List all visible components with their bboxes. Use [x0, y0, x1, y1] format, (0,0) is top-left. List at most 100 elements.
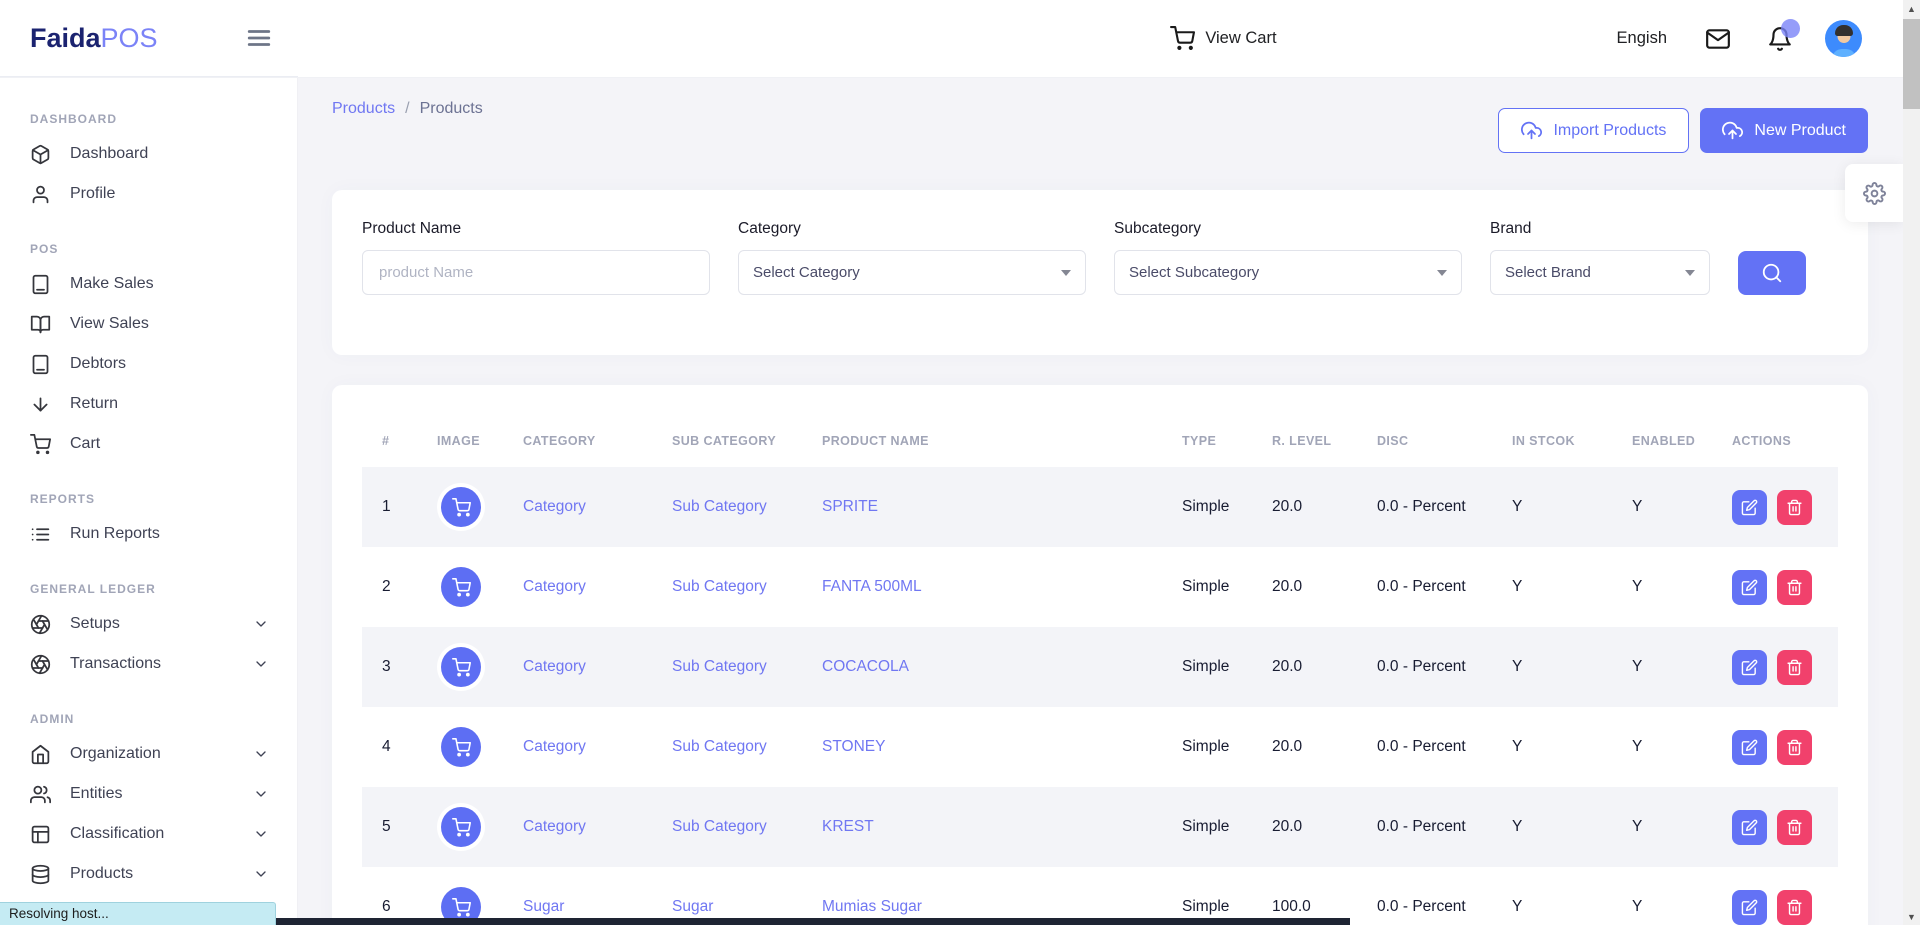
- sidebar-item-cart[interactable]: Cart: [0, 424, 297, 464]
- sidebar-section-title: GENERAL LEDGER: [0, 582, 297, 596]
- sidebar-item-label: Classification: [70, 825, 164, 843]
- product-name-link[interactable]: SPRITE: [822, 498, 1182, 516]
- product-image-avatar[interactable]: [441, 567, 481, 607]
- category-select[interactable]: Select Category: [738, 250, 1086, 295]
- scrollbar-up-arrow[interactable]: ▲: [1903, 0, 1920, 17]
- product-name-link[interactable]: COCACOLA: [822, 658, 1182, 676]
- subcategory-link[interactable]: Sub Category: [672, 498, 822, 516]
- table-row: 4 Category Sub Category STONEY Simple 20…: [362, 707, 1838, 787]
- category-link[interactable]: Category: [523, 498, 672, 516]
- in-stock-cell: Y: [1512, 898, 1632, 916]
- sidebar-item-transactions[interactable]: Transactions: [0, 644, 297, 684]
- edit-button[interactable]: [1732, 650, 1767, 685]
- sidebar-item-label: Dashboard: [70, 145, 148, 163]
- hamburger-menu-icon[interactable]: [246, 25, 272, 51]
- sidebar-item-return[interactable]: Return: [0, 384, 297, 424]
- brand-select[interactable]: Select Brand: [1490, 250, 1710, 295]
- sidebar-item-debtors[interactable]: Debtors: [0, 344, 297, 384]
- in-stock-cell: Y: [1512, 498, 1632, 516]
- trash-icon: [1786, 739, 1803, 756]
- header-brand-area: FaidaPOS: [0, 0, 298, 77]
- product-name-link[interactable]: STONEY: [822, 738, 1182, 756]
- sidebar-item-entities[interactable]: Entities: [0, 774, 297, 814]
- delete-button[interactable]: [1777, 650, 1812, 685]
- arrow-down-icon: [30, 394, 51, 415]
- table-header-row: # IMAGE CATEGORY SUB CATEGORY PRODUCT NA…: [362, 415, 1838, 467]
- product-name-link[interactable]: FANTA 500ML: [822, 578, 1182, 596]
- avatar-hair: [1835, 25, 1853, 36]
- view-cart-button[interactable]: View Cart: [1170, 26, 1276, 51]
- subcategory-select[interactable]: Select Subcategory: [1114, 250, 1462, 295]
- breadcrumb-link[interactable]: Products: [332, 100, 395, 118]
- sidebar-item-setups[interactable]: Setups: [0, 604, 297, 644]
- actions-cell: [1732, 890, 1818, 925]
- scrollbar-thumb[interactable]: [1903, 19, 1920, 109]
- notifications-button[interactable]: [1767, 26, 1793, 52]
- sidebar-item-make-sales[interactable]: Make Sales: [0, 264, 297, 304]
- image-cell: [437, 487, 523, 527]
- type-cell: Simple: [1182, 898, 1272, 916]
- mail-icon[interactable]: [1705, 26, 1731, 52]
- category-link[interactable]: Category: [523, 818, 672, 836]
- search-button[interactable]: [1738, 251, 1806, 295]
- trash-icon: [1786, 499, 1803, 516]
- product-name-link[interactable]: KREST: [822, 818, 1182, 836]
- header-actions: View Cart Engish: [298, 0, 1920, 77]
- sidebar-item-classification[interactable]: Classification: [0, 814, 297, 854]
- edit-button[interactable]: [1732, 890, 1767, 925]
- sidebar-item-label: Organization: [70, 745, 161, 763]
- in-stock-cell: Y: [1512, 738, 1632, 756]
- home-icon: [30, 744, 51, 765]
- product-name-input[interactable]: [362, 250, 710, 295]
- column-header: SUB CATEGORY: [672, 434, 822, 448]
- language-selector[interactable]: Engish: [1617, 29, 1667, 48]
- sidebar-item-profile[interactable]: Profile: [0, 174, 297, 214]
- product-image-avatar[interactable]: [441, 487, 481, 527]
- sidebar-item-run-reports[interactable]: Run Reports: [0, 514, 297, 554]
- delete-button[interactable]: [1777, 890, 1812, 925]
- category-link[interactable]: Sugar: [523, 898, 672, 916]
- sidebar-item-dashboard[interactable]: Dashboard: [0, 134, 297, 174]
- delete-button[interactable]: [1777, 570, 1812, 605]
- delete-button[interactable]: [1777, 730, 1812, 765]
- subcategory-link[interactable]: Sub Category: [672, 658, 822, 676]
- sidebar-section-title: POS: [0, 242, 297, 256]
- sidebar-item-products[interactable]: Products: [0, 854, 297, 894]
- column-header: DISC: [1377, 434, 1512, 448]
- reorder-level-cell: 20.0: [1272, 658, 1377, 676]
- app-window: FaidaPOS View Cart Engish DASHBOARDDashb…: [0, 0, 1920, 925]
- reorder-level-cell: 20.0: [1272, 818, 1377, 836]
- edit-button[interactable]: [1732, 810, 1767, 845]
- chevron-down-icon: [253, 826, 269, 842]
- category-link[interactable]: Category: [523, 578, 672, 596]
- user-avatar[interactable]: [1825, 20, 1862, 57]
- product-image-avatar[interactable]: [441, 727, 481, 767]
- product-image-avatar[interactable]: [441, 647, 481, 687]
- subcategory-link[interactable]: Sub Category: [672, 738, 822, 756]
- aperture-icon: [30, 614, 51, 635]
- subcategory-link[interactable]: Sub Category: [672, 578, 822, 596]
- product-name-link[interactable]: Mumias Sugar: [822, 898, 1182, 916]
- category-link[interactable]: Category: [523, 658, 672, 676]
- category-link[interactable]: Category: [523, 738, 672, 756]
- new-product-button[interactable]: New Product: [1700, 108, 1868, 153]
- scrollbar-down-arrow[interactable]: ▼: [1903, 908, 1920, 925]
- sidebar-item-organization[interactable]: Organization: [0, 734, 297, 774]
- edit-button[interactable]: [1732, 570, 1767, 605]
- user-icon: [30, 184, 51, 205]
- delete-button[interactable]: [1777, 810, 1812, 845]
- image-cell: [437, 807, 523, 847]
- settings-flyout-button[interactable]: [1845, 164, 1903, 222]
- sidebar-item-view-sales[interactable]: View Sales: [0, 304, 297, 344]
- vertical-scrollbar[interactable]: ▲ ▼: [1903, 0, 1920, 925]
- row-number: 2: [382, 578, 437, 596]
- app-logo[interactable]: FaidaPOS: [30, 23, 158, 54]
- subcategory-link[interactable]: Sub Category: [672, 818, 822, 836]
- import-products-button[interactable]: Import Products: [1498, 108, 1689, 153]
- delete-button[interactable]: [1777, 490, 1812, 525]
- edit-button[interactable]: [1732, 730, 1767, 765]
- row-number: 6: [382, 898, 437, 916]
- edit-button[interactable]: [1732, 490, 1767, 525]
- subcategory-link[interactable]: Sugar: [672, 898, 822, 916]
- product-image-avatar[interactable]: [441, 807, 481, 847]
